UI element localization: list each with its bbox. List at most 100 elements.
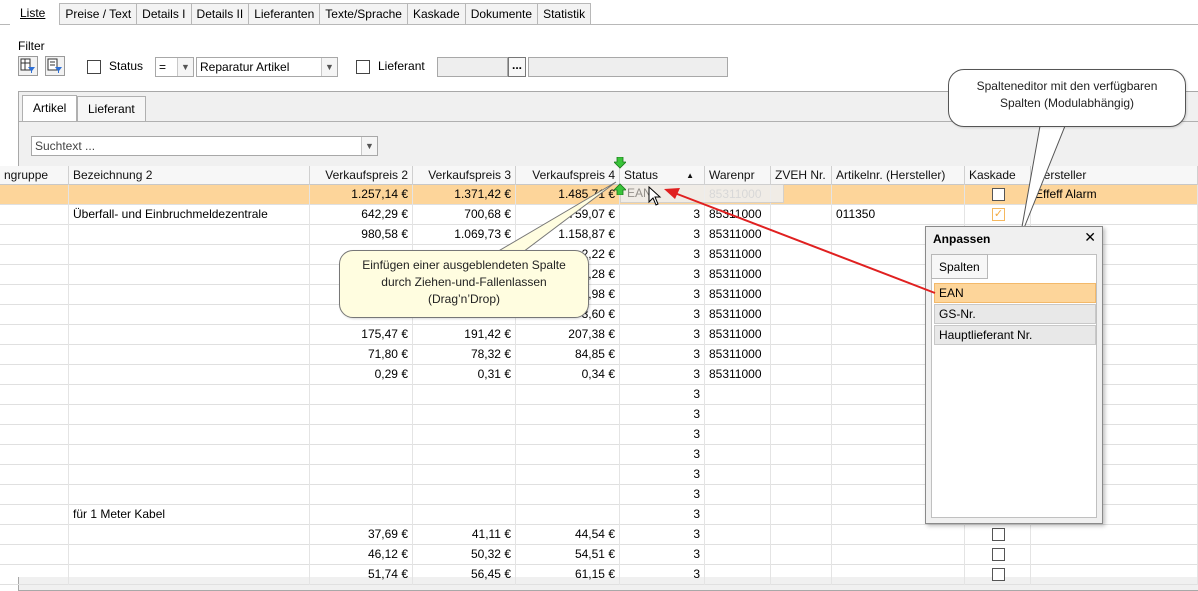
cell-hersteller [1031,545,1198,565]
cell-waren [705,565,771,585]
cell-hersteller [1031,565,1198,585]
cell-bez [69,525,310,545]
list-item-gs-nr[interactable]: GS-Nr. [934,304,1096,324]
tab-kaskade[interactable]: Kaskade [407,3,466,25]
cell-vk2 [310,485,413,505]
cell-bez [69,485,310,505]
list-item-ean[interactable]: EAN [934,283,1096,303]
table-row[interactable]: 46,12 €50,32 €54,51 €3 [0,545,1198,565]
cell-vk3: 50,32 € [413,545,516,565]
cell-gruppe [0,325,69,345]
tab-dokumente[interactable]: Dokumente [465,3,539,25]
drop-arrow-down-icon [614,157,626,169]
cell-bez [69,245,310,265]
kaskade-checkbox[interactable] [992,528,1005,541]
cell-vk4 [516,425,620,445]
col-header-bezeichnung2[interactable]: Bezeichnung 2 [69,166,310,185]
chevron-down-icon: ▼ [321,58,337,76]
cell-vk4 [516,405,620,425]
cell-gruppe [0,565,69,585]
cell-bez [69,325,310,345]
list-item-hauptlieferant[interactable]: Hauptlieferant Nr. [934,325,1096,345]
cell-status: 3 [620,565,705,585]
cell-bez [69,365,310,385]
tab-artikel[interactable]: Artikel [22,95,78,122]
cell-vk3 [413,485,516,505]
cell-gruppe [0,405,69,425]
cell-vk4: 207,38 € [516,325,620,345]
tab-statistik[interactable]: Statistik [538,3,592,25]
red-arrow [664,188,936,294]
cell-status: 3 [620,465,705,485]
cell-vk4 [516,385,620,405]
tab-details-1[interactable]: Details I [137,3,192,25]
cell-status: 3 [620,345,705,365]
cell-kaskade [965,545,1031,565]
lieferant-name-field[interactable] [528,57,728,77]
cell-zveh [771,445,832,465]
filter-toggle-button[interactable] [18,56,38,76]
cell-vk3 [413,465,516,485]
cell-bez [69,545,310,565]
tab-details-2[interactable]: Details II [191,3,250,25]
cell-zveh [771,385,832,405]
cell-vk2: 37,69 € [310,525,413,545]
cell-bez: für 1 Meter Kabel [69,505,310,525]
cell-vk3: 0,31 € [413,365,516,385]
search-placeholder: Suchtext ... [35,139,96,153]
cell-gruppe [0,525,69,545]
kaskade-checkbox[interactable] [992,548,1005,561]
search-input[interactable]: Suchtext ... ▼ [31,136,378,156]
cell-status: 3 [620,325,705,345]
tab-texte-sprache[interactable]: Texte/Sprache [320,3,408,25]
cell-bez [69,265,310,285]
cell-vk2: 0,29 € [310,365,413,385]
cell-zveh [771,365,832,385]
cell-gruppe [0,265,69,285]
cell-vk2: 46,12 € [310,545,413,565]
tab-liste[interactable]: Liste [10,3,61,25]
lieferant-number-field[interactable] [437,57,508,77]
tab-lieferanten[interactable]: Lieferanten [249,3,321,25]
status-operator-select[interactable]: = ▼ [155,57,194,77]
table-row[interactable]: 37,69 €41,11 €44,54 €3 [0,525,1198,545]
cell-vk3 [413,505,516,525]
cell-bez [69,285,310,305]
cell-vk4 [516,505,620,525]
table-row[interactable]: 51,74 €56,45 €61,15 €3 [0,565,1198,585]
cell-vk4 [516,465,620,485]
col-header-gruppe[interactable]: ngruppe [0,166,69,185]
cell-status: 3 [620,365,705,385]
lieferant-lookup-button[interactable]: ... [508,57,526,77]
cell-kaskade [965,525,1031,545]
filter-edit-button[interactable] [45,56,65,76]
status-filter-checkbox[interactable] [87,60,101,74]
cell-status: 3 [620,505,705,525]
cell-vk2: 51,74 € [310,565,413,585]
lieferant-filter-checkbox[interactable] [356,60,370,74]
cell-waren [705,485,771,505]
kaskade-checkbox[interactable] [992,568,1005,581]
cell-gruppe [0,465,69,485]
cell-bez [69,225,310,245]
customize-columns-dialog: Anpassen ✕ Spalten EAN GS-Nr. Hauptliefe… [925,226,1103,524]
status-filter-label: Status [109,59,144,73]
tab-lieferant[interactable]: Lieferant [77,96,146,123]
callout-editor-line2: Spalten (Modulabhängig) [999,96,1135,110]
status-value-select[interactable]: Reparatur Artikel ▼ [196,57,338,77]
cell-waren [705,445,771,465]
cell-gruppe [0,385,69,405]
callout-drag-line1: Einfügen einer ausgeblendeten Spalte [362,258,566,272]
cell-gruppe [0,285,69,305]
close-icon[interactable]: ✕ [1084,229,1096,246]
cell-gruppe [0,485,69,505]
cell-zveh [771,465,832,485]
dialog-title: Anpassen [933,232,991,246]
cell-vk3 [413,445,516,465]
tab-preise-text[interactable]: Preise / Text [60,3,138,25]
top-tab-bar: Liste Preise / Text Details I Details II… [10,3,592,25]
callout-column-editor: Spalteneditor mit den verfügbaren Spalte… [948,69,1186,127]
cell-vk2: 71,80 € [310,345,413,365]
cell-gruppe [0,345,69,365]
cell-bez [69,185,310,205]
